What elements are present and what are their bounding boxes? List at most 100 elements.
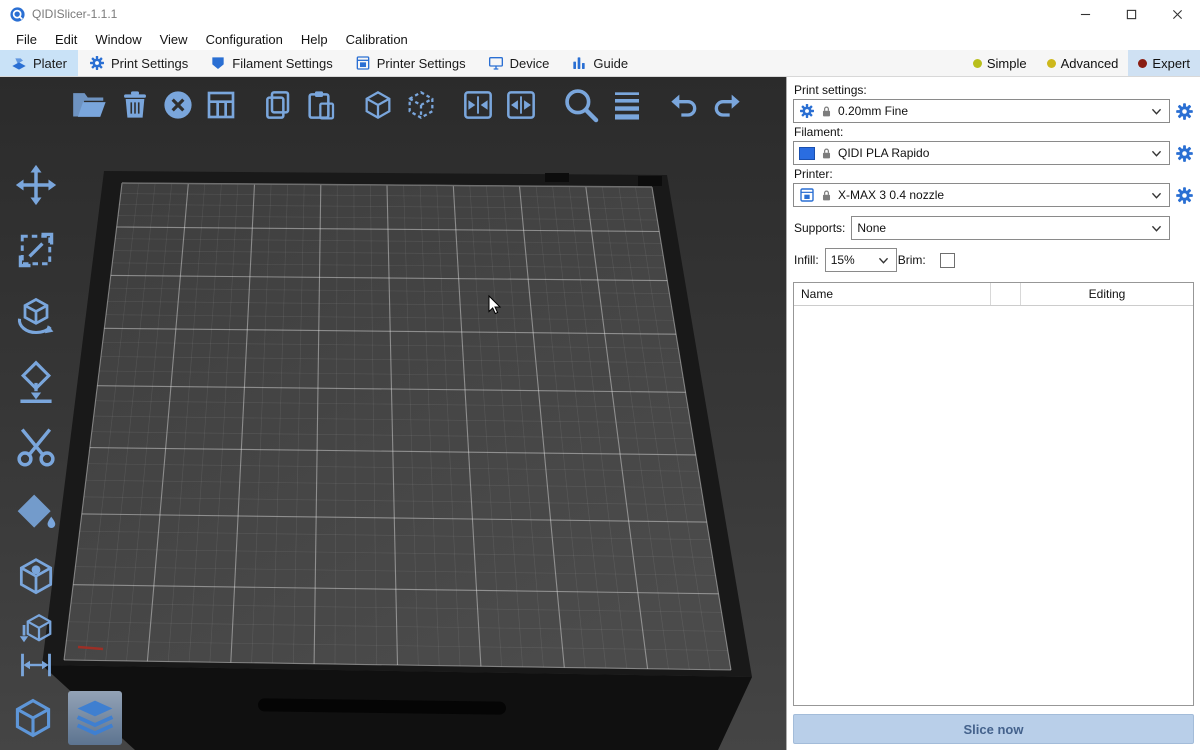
add-instance-button[interactable]	[362, 89, 394, 121]
printer-gear-button[interactable]	[1175, 186, 1194, 205]
redo-button[interactable]	[711, 89, 743, 121]
main-area: Print settings: 0.20mm Fine Filament: QI…	[0, 77, 1200, 750]
filament-icon	[210, 55, 226, 71]
tab-label: Printer Settings	[377, 56, 466, 71]
mode-simple[interactable]: Simple	[963, 50, 1037, 76]
print-settings-combo[interactable]: 0.20mm Fine	[793, 99, 1170, 123]
tab-label: Guide	[593, 56, 628, 71]
chevron-down-icon	[1149, 146, 1164, 161]
delete-all-button[interactable]	[162, 89, 194, 121]
column-editing: Editing	[1021, 283, 1193, 305]
chevron-down-icon	[1149, 188, 1164, 203]
search-button[interactable]	[562, 86, 600, 124]
print-settings-row: 0.20mm Fine	[793, 99, 1194, 123]
bed-surface	[64, 183, 731, 670]
paste-button[interactable]	[305, 89, 337, 121]
tab-plater[interactable]: Plater	[0, 50, 78, 76]
emboss-tool-button[interactable]	[18, 610, 54, 646]
mode-advanced[interactable]: Advanced	[1037, 50, 1129, 76]
measure-tool-button[interactable]	[18, 647, 54, 683]
mode-expert[interactable]: Expert	[1128, 50, 1200, 76]
tab-print-settings[interactable]: Print Settings	[78, 50, 199, 76]
tab-bar: Plater Print Settings Filament Settings …	[0, 50, 1200, 77]
print-settings-gear-button[interactable]	[1175, 102, 1194, 121]
filament-color-swatch	[799, 147, 815, 160]
tab-guide[interactable]: Guide	[560, 50, 639, 76]
supports-combo[interactable]: None	[851, 216, 1170, 240]
split-to-objects-button[interactable]	[462, 89, 494, 121]
menu-window[interactable]: Window	[86, 28, 150, 50]
printer-row: X-MAX 3 0.4 nozzle	[793, 183, 1194, 207]
printer-value: X-MAX 3 0.4 nozzle	[838, 188, 944, 202]
copy-button[interactable]	[262, 89, 294, 121]
gear-icon	[799, 103, 815, 119]
filament-combo[interactable]: QIDI PLA Rapido	[793, 141, 1170, 165]
cut-tool-button[interactable]	[14, 425, 58, 469]
column-name: Name	[794, 283, 991, 305]
object-list-body[interactable]	[794, 306, 1193, 705]
window-controls	[1062, 0, 1200, 28]
printer-icon	[799, 187, 815, 203]
paint-supports-tool-button[interactable]	[14, 490, 58, 534]
plater-toolbar	[70, 86, 743, 124]
infill-label: Infill:	[794, 253, 819, 267]
minimize-button[interactable]	[1062, 0, 1108, 28]
filament-row: QIDI PLA Rapido	[793, 141, 1194, 165]
menu-help[interactable]: Help	[292, 28, 337, 50]
menu-edit[interactable]: Edit	[46, 28, 86, 50]
scale-tool-button[interactable]	[14, 228, 58, 272]
move-tool-button[interactable]	[14, 163, 58, 207]
expert-mode-dot-icon	[1138, 59, 1147, 68]
place-on-face-tool-button[interactable]	[14, 360, 58, 404]
print-settings-label: Print settings:	[794, 83, 1194, 97]
object-list-header: Name Editing	[794, 283, 1193, 306]
seam-painting-tool-button[interactable]	[14, 556, 58, 600]
app-logo-icon	[9, 6, 26, 23]
menu-view[interactable]: View	[151, 28, 197, 50]
menu-configuration[interactable]: Configuration	[197, 28, 292, 50]
tab-label: Plater	[33, 56, 67, 71]
infill-row: Infill: 15% Brim:	[793, 248, 1194, 272]
bed-clip	[638, 176, 662, 186]
preview-view-button[interactable]	[68, 691, 122, 745]
arrange-button[interactable]	[205, 89, 237, 121]
tab-label: Filament Settings	[232, 56, 332, 71]
supports-row: Supports: None	[793, 216, 1194, 240]
3d-editor-view-button[interactable]	[6, 691, 60, 745]
filament-gear-button[interactable]	[1175, 144, 1194, 163]
supports-value: None	[857, 221, 886, 235]
gear-icon	[89, 55, 105, 71]
rotate-tool-button[interactable]	[14, 294, 58, 338]
open-file-button[interactable]	[70, 86, 108, 124]
plater-icon	[11, 55, 27, 71]
mode-switcher: Simple Advanced Expert	[963, 50, 1200, 76]
device-icon	[488, 55, 504, 71]
brim-checkbox[interactable]	[940, 253, 955, 268]
menu-file[interactable]: File	[7, 28, 46, 50]
title-bar: QIDISlicer-1.1.1	[0, 0, 1200, 28]
menu-calibration[interactable]: Calibration	[337, 28, 417, 50]
brim-label: Brim:	[898, 253, 926, 267]
printer-combo[interactable]: X-MAX 3 0.4 nozzle	[793, 183, 1170, 207]
delete-button[interactable]	[119, 89, 151, 121]
filament-label: Filament:	[794, 125, 1194, 139]
undo-button[interactable]	[668, 89, 700, 121]
simple-mode-dot-icon	[973, 59, 982, 68]
advanced-mode-dot-icon	[1047, 59, 1056, 68]
window-title: QIDISlicer-1.1.1	[32, 7, 117, 21]
remove-instance-button[interactable]	[405, 89, 437, 121]
slice-now-button[interactable]: Slice now	[793, 714, 1194, 744]
print-settings-value: 0.20mm Fine	[838, 104, 908, 118]
print-bed-scene[interactable]	[0, 77, 786, 750]
close-button[interactable]	[1154, 0, 1200, 28]
tab-device[interactable]: Device	[477, 50, 561, 76]
tab-label: Print Settings	[111, 56, 188, 71]
variable-layer-height-button[interactable]	[611, 89, 643, 121]
split-to-parts-button[interactable]	[505, 89, 537, 121]
lock-icon	[820, 105, 833, 118]
maximize-button[interactable]	[1108, 0, 1154, 28]
3d-viewport[interactable]	[0, 77, 786, 750]
tab-filament-settings[interactable]: Filament Settings	[199, 50, 343, 76]
tab-printer-settings[interactable]: Printer Settings	[344, 50, 477, 76]
infill-combo[interactable]: 15%	[825, 248, 897, 272]
